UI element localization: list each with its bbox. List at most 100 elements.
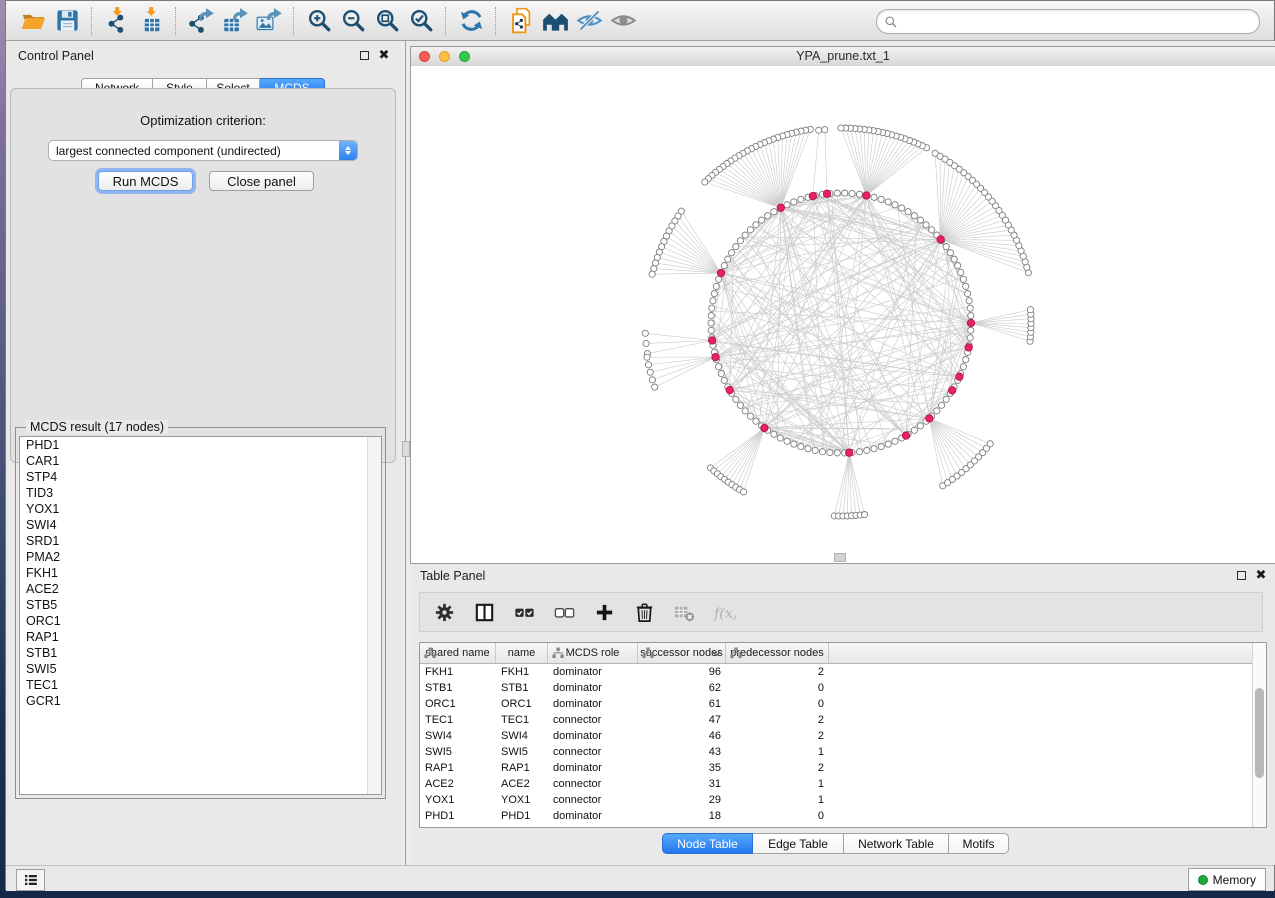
table-scrollbar-thumb[interactable] bbox=[1255, 688, 1264, 778]
column-header-successor-nodes[interactable]: successor nodes bbox=[638, 643, 726, 663]
cell-MCDS-role[interactable]: dominator bbox=[548, 680, 638, 696]
mcds-result-node[interactable]: YOX1 bbox=[20, 501, 381, 517]
tab-motifs[interactable]: Motifs bbox=[949, 833, 1009, 854]
cell-MCDS-role[interactable]: connector bbox=[548, 776, 638, 792]
cell-name[interactable]: ORC1 bbox=[496, 696, 548, 712]
panel-splitter[interactable] bbox=[401, 41, 410, 865]
cell-name[interactable]: STB1 bbox=[496, 680, 548, 696]
mcds-result-node[interactable]: FKH1 bbox=[20, 565, 381, 581]
cell-shared-name[interactable]: ACE2 bbox=[420, 776, 496, 792]
search-box[interactable] bbox=[876, 9, 1260, 34]
cell-name[interactable]: TEC1 bbox=[496, 712, 548, 728]
cell-successor-nodes[interactable]: 47 bbox=[638, 712, 726, 728]
cell-predecessor-nodes[interactable]: 1 bbox=[726, 792, 829, 808]
table-row[interactable]: SWI4SWI4dominator462 bbox=[420, 728, 1253, 744]
mcds-result-node[interactable]: ACE2 bbox=[20, 581, 381, 597]
cell-shared-name[interactable]: RAP1 bbox=[420, 760, 496, 776]
mcds-result-node[interactable]: CAR1 bbox=[20, 453, 381, 469]
apply-layout-button[interactable] bbox=[454, 5, 488, 37]
cell-MCDS-role[interactable]: dominator bbox=[548, 728, 638, 744]
table-row[interactable]: ORC1ORC1dominator610 bbox=[420, 696, 1253, 712]
export-network-button[interactable] bbox=[184, 5, 218, 37]
cell-successor-nodes[interactable]: 29 bbox=[638, 792, 726, 808]
select-all-button[interactable] bbox=[512, 600, 536, 624]
close-panel-icon[interactable]: ✖ bbox=[377, 48, 391, 62]
cell-predecessor-nodes[interactable]: 2 bbox=[726, 664, 829, 680]
zoom-in-button[interactable] bbox=[302, 5, 336, 37]
hide-selected-button[interactable] bbox=[572, 5, 606, 37]
cell-MCDS-role[interactable]: dominator bbox=[548, 696, 638, 712]
run-mcds-button[interactable]: Run MCDS bbox=[98, 171, 193, 191]
cell-name[interactable]: RAP1 bbox=[496, 760, 548, 776]
mcds-result-node[interactable]: RAP1 bbox=[20, 629, 381, 645]
cell-predecessor-nodes[interactable]: 0 bbox=[726, 808, 829, 824]
import-table-button[interactable] bbox=[134, 5, 168, 37]
zoom-selected-button[interactable] bbox=[404, 5, 438, 37]
cell-successor-nodes[interactable]: 61 bbox=[638, 696, 726, 712]
delete-columns-button[interactable] bbox=[632, 600, 656, 624]
cell-predecessor-nodes[interactable]: 1 bbox=[726, 744, 829, 760]
cell-MCDS-role[interactable]: connector bbox=[548, 712, 638, 728]
cell-predecessor-nodes[interactable]: 0 bbox=[726, 680, 829, 696]
mcds-result-node[interactable]: SRD1 bbox=[20, 533, 381, 549]
float-table-panel-icon[interactable] bbox=[1234, 568, 1248, 582]
column-header-predecessor-nodes[interactable]: predecessor nodes bbox=[726, 643, 829, 663]
new-network-from-selection-button[interactable] bbox=[504, 5, 538, 37]
mcds-result-node[interactable]: PMA2 bbox=[20, 549, 381, 565]
cell-successor-nodes[interactable]: 31 bbox=[638, 776, 726, 792]
column-header-name[interactable]: name bbox=[496, 643, 548, 663]
create-column-button[interactable] bbox=[592, 600, 616, 624]
cell-successor-nodes[interactable]: 35 bbox=[638, 760, 726, 776]
table-row[interactable]: SWI5SWI5connector431 bbox=[420, 744, 1253, 760]
deselect-all-button[interactable] bbox=[552, 600, 576, 624]
table-row[interactable]: FKH1FKH1dominator962 bbox=[420, 664, 1253, 680]
cell-successor-nodes[interactable]: 43 bbox=[638, 744, 726, 760]
cell-predecessor-nodes[interactable]: 2 bbox=[726, 760, 829, 776]
close-panel-button[interactable]: Close panel bbox=[209, 171, 314, 191]
open-button[interactable] bbox=[16, 5, 50, 37]
mcds-result-node[interactable]: GCR1 bbox=[20, 693, 381, 709]
table-row[interactable]: STB1STB1dominator620 bbox=[420, 680, 1253, 696]
cell-predecessor-nodes[interactable]: 2 bbox=[726, 712, 829, 728]
search-input[interactable] bbox=[898, 12, 1251, 32]
cell-shared-name[interactable]: FKH1 bbox=[420, 664, 496, 680]
table-row[interactable]: ACE2ACE2connector311 bbox=[420, 776, 1253, 792]
mcds-result-node[interactable]: PHD1 bbox=[20, 437, 381, 453]
network-window-titlebar[interactable]: YPA_prune.txt_1 bbox=[411, 47, 1275, 67]
mcds-result-node[interactable]: STB5 bbox=[20, 597, 381, 613]
cell-successor-nodes[interactable]: 96 bbox=[638, 664, 726, 680]
cell-name[interactable]: YOX1 bbox=[496, 792, 548, 808]
float-panel-icon[interactable] bbox=[357, 48, 371, 62]
mcds-result-node[interactable]: TID3 bbox=[20, 485, 381, 501]
cell-name[interactable]: ACE2 bbox=[496, 776, 548, 792]
mcds-result-node[interactable]: STB1 bbox=[20, 645, 381, 661]
cell-MCDS-role[interactable]: connector bbox=[548, 744, 638, 760]
result-list-scrollbar[interactable] bbox=[367, 437, 381, 794]
cell-shared-name[interactable]: YOX1 bbox=[420, 792, 496, 808]
cell-shared-name[interactable]: TEC1 bbox=[420, 712, 496, 728]
table-row[interactable]: YOX1YOX1connector291 bbox=[420, 792, 1253, 808]
table-row[interactable]: PHD1PHD1dominator180 bbox=[420, 808, 1253, 824]
cell-MCDS-role[interactable]: dominator bbox=[548, 760, 638, 776]
optimization-criterion-select[interactable]: largest connected component (undirected) bbox=[48, 140, 358, 161]
mcds-result-node[interactable]: STP4 bbox=[20, 469, 381, 485]
window-resize-grip[interactable] bbox=[834, 553, 846, 562]
memory-button[interactable]: Memory bbox=[1188, 868, 1266, 891]
export-table-button[interactable] bbox=[218, 5, 252, 37]
mcds-result-node[interactable]: SWI4 bbox=[20, 517, 381, 533]
tab-edge-table[interactable]: Edge Table bbox=[753, 833, 844, 854]
cell-name[interactable]: FKH1 bbox=[496, 664, 548, 680]
cell-name[interactable]: PHD1 bbox=[496, 808, 548, 824]
table-settings-button[interactable] bbox=[432, 600, 456, 624]
first-neighbors-button[interactable] bbox=[538, 5, 572, 37]
cell-shared-name[interactable]: ORC1 bbox=[420, 696, 496, 712]
export-image-button[interactable] bbox=[252, 5, 286, 37]
cell-shared-name[interactable]: STB1 bbox=[420, 680, 496, 696]
cell-name[interactable]: SWI4 bbox=[496, 728, 548, 744]
show-columns-button[interactable] bbox=[472, 600, 496, 624]
mcds-result-node[interactable]: ORC1 bbox=[20, 613, 381, 629]
mcds-result-node[interactable]: SWI5 bbox=[20, 661, 381, 677]
table-row[interactable]: RAP1RAP1dominator352 bbox=[420, 760, 1253, 776]
network-canvas[interactable] bbox=[411, 66, 1275, 563]
column-header-shared-name[interactable]: shared name bbox=[420, 643, 496, 663]
